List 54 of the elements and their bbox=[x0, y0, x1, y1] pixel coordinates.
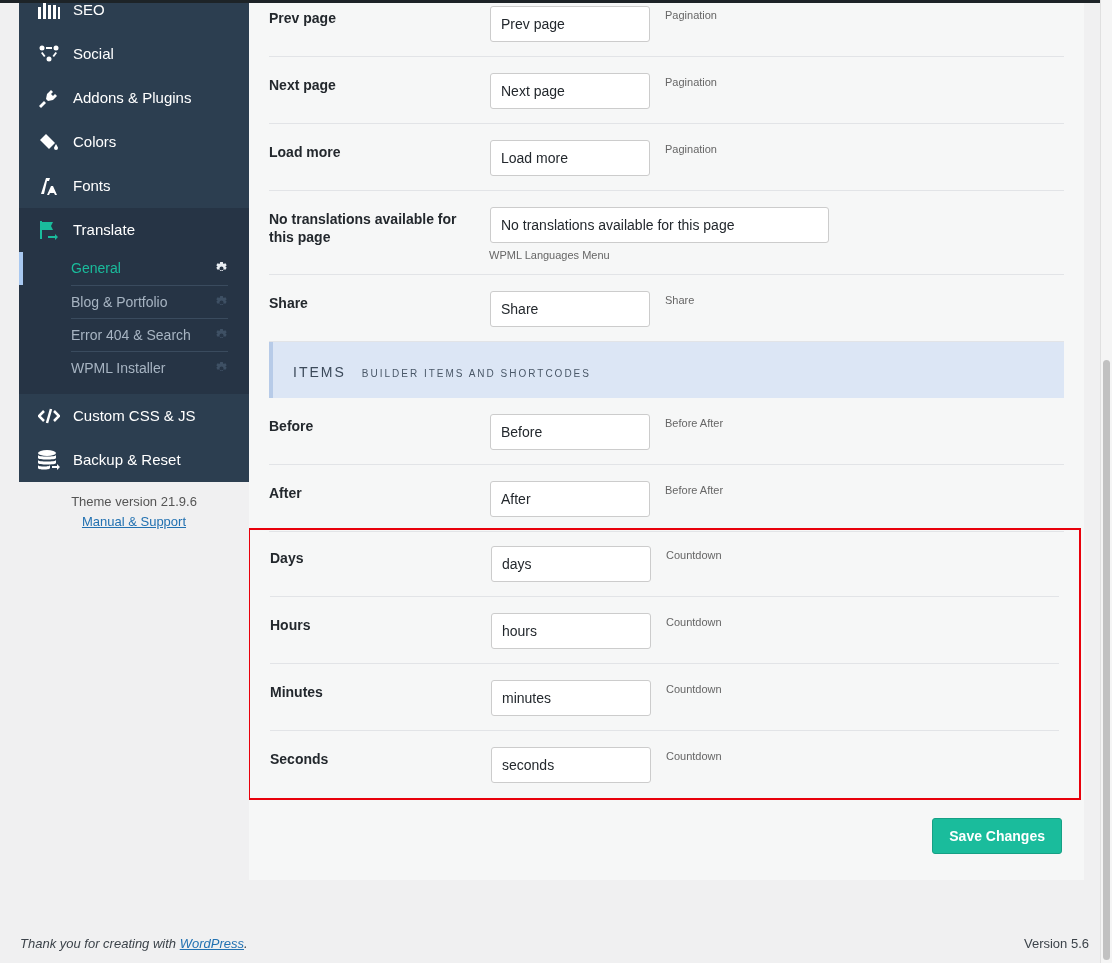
paint-bucket-icon bbox=[39, 132, 59, 152]
text-field[interactable]: No translations available for this page bbox=[490, 207, 829, 243]
scrollbar[interactable] bbox=[1100, 0, 1112, 963]
text-field[interactable]: minutes bbox=[491, 680, 651, 716]
text-field[interactable]: After bbox=[490, 481, 650, 517]
text-field[interactable]: seconds bbox=[491, 747, 651, 783]
field-label: Minutes bbox=[270, 683, 324, 701]
field-label: Before bbox=[269, 417, 315, 435]
field-note: Share bbox=[665, 293, 695, 308]
field-note: Pagination bbox=[665, 8, 717, 23]
font-letters-icon bbox=[39, 176, 59, 196]
text-field[interactable]: Load more bbox=[490, 140, 650, 176]
field-note: Before After bbox=[665, 416, 724, 431]
submenu-item[interactable]: WPML Installer bbox=[71, 351, 228, 384]
field-label: No translations available for this page bbox=[269, 210, 458, 246]
version-text: Version 5.6 bbox=[1023, 935, 1089, 953]
footer-text: Thank you for creating with WordPress. bbox=[20, 936, 248, 951]
field-note: Countdown bbox=[666, 682, 722, 697]
field-label: Days bbox=[270, 549, 305, 567]
theme-version: Theme version 21.9.6 bbox=[71, 493, 197, 511]
text-field[interactable]: hours bbox=[491, 613, 651, 649]
field-label: Next page bbox=[269, 76, 337, 94]
active-indicator bbox=[19, 252, 23, 285]
plug-icon bbox=[39, 88, 59, 108]
section-title: ITEMS bbox=[293, 363, 346, 382]
database-icon bbox=[38, 450, 60, 470]
text-field[interactable]: Prev page bbox=[490, 6, 650, 42]
code-icon bbox=[38, 408, 60, 424]
field-note: Pagination bbox=[665, 142, 717, 157]
field-note: Countdown bbox=[666, 749, 722, 764]
field-note: Countdown bbox=[666, 615, 722, 630]
field-note: Pagination bbox=[665, 75, 717, 90]
submenu-item[interactable]: Error 404 & Search bbox=[71, 318, 228, 351]
text-field[interactable]: Next page bbox=[490, 73, 650, 109]
field-label: Share bbox=[269, 294, 309, 312]
text-field[interactable]: Share bbox=[490, 291, 650, 327]
field-label: Prev page bbox=[269, 9, 337, 27]
field-note: Countdown bbox=[666, 548, 722, 563]
field-note: WPML Languages Menu bbox=[489, 248, 611, 263]
flag-icon bbox=[39, 220, 59, 240]
field-label: Load more bbox=[269, 143, 342, 161]
people-network-icon bbox=[38, 44, 60, 64]
section-subtitle: BUILDER ITEMS AND SHORTCODES bbox=[361, 367, 591, 381]
field-note: Before After bbox=[665, 483, 724, 498]
field-label: Seconds bbox=[270, 750, 330, 768]
submenu-item[interactable]: General bbox=[71, 252, 228, 285]
text-field[interactable]: Before bbox=[490, 414, 650, 450]
submenu-item[interactable]: Blog & Portfolio bbox=[71, 285, 228, 318]
field-label: Hours bbox=[270, 616, 312, 634]
bar-chart-icon bbox=[38, 1, 60, 19]
support-link[interactable]: Manual & Support bbox=[81, 511, 187, 531]
text-field[interactable]: days bbox=[491, 546, 651, 582]
field-label: After bbox=[269, 484, 303, 502]
wordpress-link[interactable]: WordPress bbox=[179, 936, 244, 951]
